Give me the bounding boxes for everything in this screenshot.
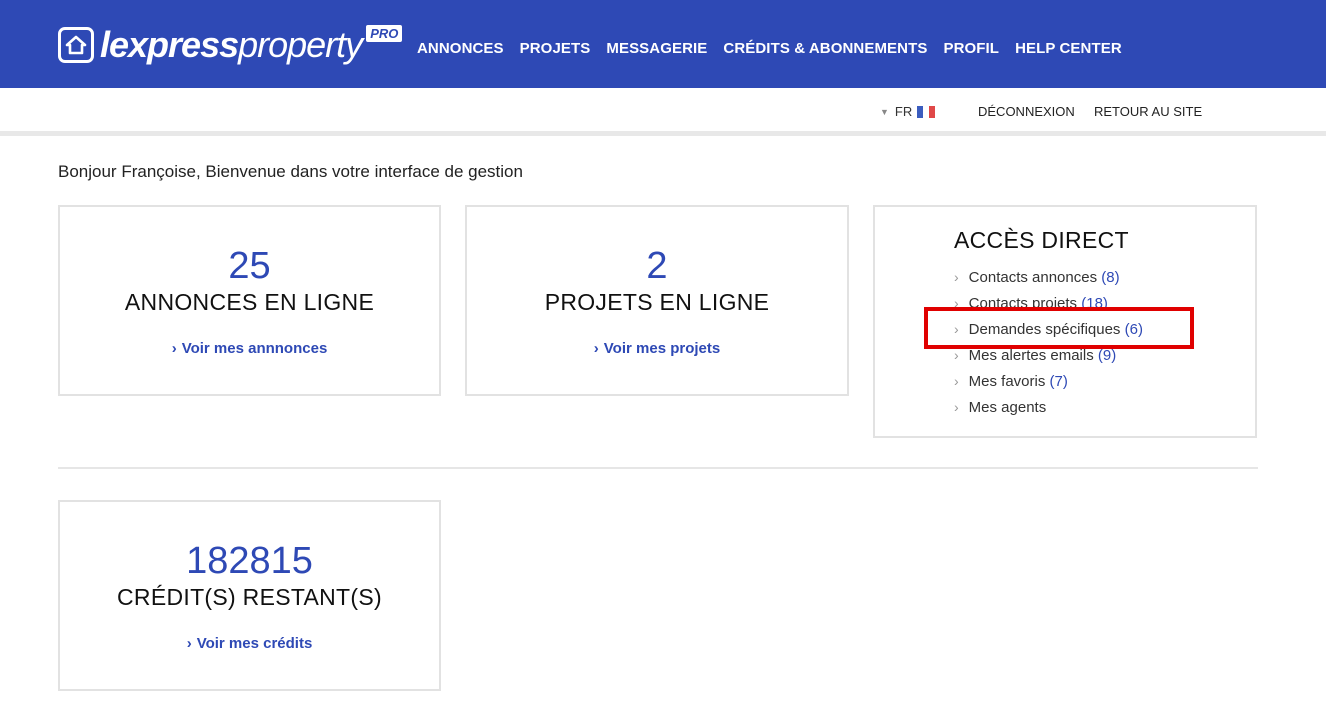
chevron-right-icon: ›: [954, 347, 959, 363]
projects-card: 2 PROJETS EN LIGNE › Voir mes projets: [465, 205, 849, 396]
view-listings-link[interactable]: › Voir mes annnonces: [172, 340, 328, 357]
chevron-right-icon: ›: [954, 399, 959, 415]
nav-profil[interactable]: PROFIL: [943, 40, 999, 57]
listings-card: 25 ANNONCES EN LIGNE › Voir mes annnonces: [58, 205, 441, 396]
view-credits-link[interactable]: › Voir mes crédits: [187, 635, 313, 652]
welcome-message: Bonjour Françoise, Bienvenue dans votre …: [58, 162, 523, 181]
nav-credits-abonnements[interactable]: CRÉDITS & ABONNEMENTS: [723, 40, 927, 57]
top-navigation-bar: lexpressproperty PRO ANNONCES PROJETS ME…: [0, 0, 1326, 88]
chevron-right-icon: ›: [593, 340, 599, 357]
nav-help-center[interactable]: HELP CENTER: [1015, 40, 1122, 57]
chevron-right-icon: ›: [954, 373, 959, 389]
chevron-right-icon: ›: [171, 340, 177, 357]
direct-access-item-contacts-annonces[interactable]: › Contacts annonces (8): [954, 267, 1143, 293]
direct-access-item-agents[interactable]: › Mes agents: [954, 397, 1143, 423]
main-nav: ANNONCES PROJETS MESSAGERIE CRÉDITS & AB…: [417, 40, 1122, 57]
chevron-right-icon: ›: [186, 635, 192, 652]
projects-label: PROJETS EN LIGNE: [544, 289, 770, 315]
logo-wordmark: lexpressproperty: [100, 24, 363, 65]
language-selector[interactable]: ▼ FR: [880, 104, 936, 119]
projects-count: 2: [646, 245, 668, 287]
language-code: FR: [894, 104, 913, 119]
highlight-box: [924, 307, 1194, 349]
credits-label: CRÉDIT(S) RESTANT(S): [117, 584, 382, 610]
view-projects-link[interactable]: › Voir mes projets: [594, 340, 720, 357]
listings-label: ANNONCES EN LIGNE: [124, 289, 375, 315]
listings-count: 25: [228, 245, 271, 287]
france-flag-icon: [917, 105, 936, 118]
nav-projets[interactable]: PROJETS: [520, 40, 591, 57]
credits-count: 182815: [186, 540, 313, 582]
caret-down-icon: ▼: [880, 106, 889, 117]
direct-access-title: ACCÈS DIRECT: [954, 227, 1129, 253]
logout-link[interactable]: DÉCONNEXION: [978, 104, 1075, 119]
back-to-site-link[interactable]: RETOUR AU SITE: [1094, 104, 1202, 119]
nav-messagerie[interactable]: MESSAGERIE: [606, 40, 707, 57]
pro-badge: PRO: [366, 24, 403, 42]
direct-access-item-favoris[interactable]: › Mes favoris (7): [954, 371, 1143, 397]
section-divider: [58, 467, 1258, 469]
house-logo-icon: [58, 27, 94, 63]
site-logo[interactable]: lexpressproperty PRO: [58, 22, 403, 68]
nav-annonces[interactable]: ANNONCES: [417, 40, 504, 57]
chevron-right-icon: ›: [954, 269, 959, 285]
credits-card: 182815 CRÉDIT(S) RESTANT(S) › Voir mes cr…: [58, 500, 441, 691]
